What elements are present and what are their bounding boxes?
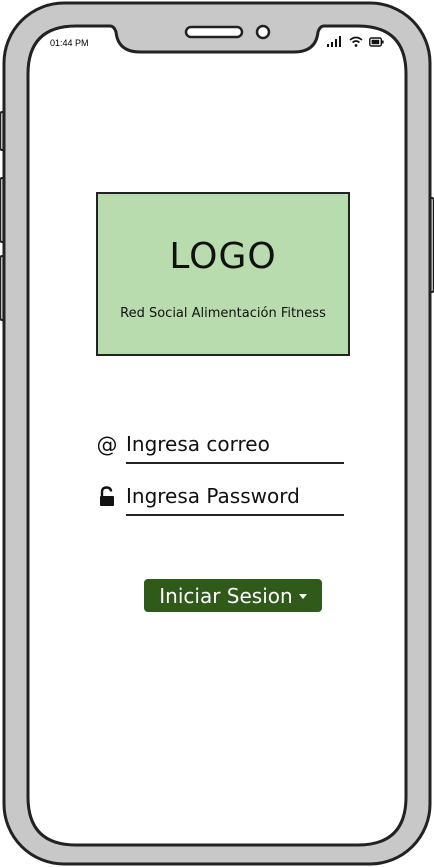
email-field-row: @ bbox=[94, 428, 346, 464]
logo-title: LOGO bbox=[169, 236, 277, 277]
email-input[interactable] bbox=[126, 428, 344, 464]
password-field-row bbox=[94, 480, 346, 516]
logo-box: LOGO Red Social Alimentación Fitness bbox=[96, 192, 350, 356]
status-icons bbox=[327, 36, 384, 47]
signal-icon bbox=[327, 36, 341, 47]
battery-icon bbox=[369, 36, 384, 47]
at-sign-icon: @ bbox=[96, 433, 118, 457]
login-button-label: Iniciar Sesion bbox=[159, 583, 293, 608]
caret-down-icon bbox=[298, 594, 307, 599]
unlocked-padlock-icon bbox=[94, 484, 120, 510]
logo-subtitle: Red Social Alimentación Fitness bbox=[120, 306, 326, 321]
wifi-icon bbox=[349, 36, 363, 47]
password-input[interactable] bbox=[126, 480, 344, 516]
status-time: 01:44 PM bbox=[50, 38, 89, 48]
login-button[interactable]: Iniciar Sesion bbox=[144, 579, 322, 612]
